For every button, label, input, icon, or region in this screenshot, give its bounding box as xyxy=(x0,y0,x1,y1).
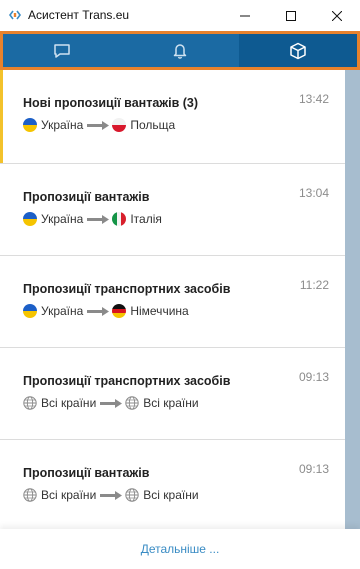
route: Всі країни Всі країни xyxy=(23,488,199,502)
route: Україна Польща xyxy=(23,118,175,132)
notification-time: 11:22 xyxy=(299,278,329,292)
scrollbar[interactable] xyxy=(345,70,360,529)
notification-time: 09:13 xyxy=(298,462,329,476)
notification-time: 13:04 xyxy=(298,186,329,200)
globe-icon xyxy=(125,396,139,410)
notification-title: Пропозиції вантажів xyxy=(23,190,150,204)
chat-icon xyxy=(54,43,70,58)
route-from: Всі країни xyxy=(41,488,97,502)
box-icon xyxy=(290,42,306,59)
notification-title: Нові пропозиції вантажів (3) xyxy=(23,96,199,110)
notification-item[interactable]: Пропозиції вантажів 09:13 Всі країни Всі кр… xyxy=(0,440,345,529)
route-from: Україна xyxy=(41,304,84,318)
notification-item[interactable]: Пропозиції вантажів 13:04 Україна Італія xyxy=(0,164,345,256)
route-to: Італія xyxy=(130,212,162,226)
arrow-right-icon xyxy=(100,490,123,500)
tab-offers[interactable] xyxy=(239,34,357,67)
tab-notifications[interactable] xyxy=(121,34,239,67)
details-link[interactable]: Детальніше ... xyxy=(141,542,220,556)
notification-feed: Нові пропозиції вантажів (3) 13:42 Україна… xyxy=(0,70,345,529)
germany-flag-icon xyxy=(112,304,127,318)
route-from: Україна xyxy=(41,118,84,132)
notification-time: 09:13 xyxy=(298,370,329,384)
arrow-right-icon xyxy=(100,398,123,408)
ukraine-flag-icon xyxy=(23,304,37,318)
arrow-right-icon xyxy=(87,306,110,316)
globe-icon xyxy=(23,396,37,410)
close-icon xyxy=(332,10,342,21)
maximize-icon xyxy=(286,10,296,21)
ukraine-flag-icon xyxy=(23,118,37,132)
route: Всі країни Всі країни xyxy=(23,396,199,410)
route-to: Німеччина xyxy=(130,304,189,318)
route-to: Всі країни xyxy=(143,396,199,410)
tab-bar xyxy=(0,31,360,70)
poland-flag-icon xyxy=(112,118,127,132)
arrow-right-icon xyxy=(87,120,110,130)
route-from: Всі країни xyxy=(41,396,97,410)
close-button[interactable] xyxy=(314,0,360,31)
window-title: Асистент Trans.eu xyxy=(28,8,130,22)
trans-eu-logo xyxy=(9,10,21,20)
notification-item[interactable]: Пропозиції транспортних засобів 09:13 Всі … xyxy=(0,348,345,440)
arrow-right-icon xyxy=(87,214,110,224)
route-to: Польща xyxy=(130,118,176,132)
notification-title: Пропозиції транспортних засобів xyxy=(23,282,231,296)
tab-messages[interactable] xyxy=(3,34,121,67)
route-from: Україна xyxy=(41,212,84,226)
bell-icon xyxy=(173,44,187,59)
ukraine-flag-icon xyxy=(23,212,37,226)
route-to: Всі країни xyxy=(143,488,199,502)
notification-title: Пропозиції вантажів xyxy=(23,466,150,480)
notification-item[interactable]: Пропозиції транспортних засобів 11:22 Укра… xyxy=(0,256,345,348)
route: Україна Німеччина xyxy=(23,304,189,318)
globe-icon xyxy=(23,488,37,502)
route: Україна Італія xyxy=(23,212,162,226)
italy-flag-icon xyxy=(112,212,127,226)
notification-title: Пропозиції транспортних засобів xyxy=(23,374,231,388)
globe-icon xyxy=(125,488,139,502)
notification-item[interactable]: Нові пропозиції вантажів (3) 13:42 Україна… xyxy=(0,70,345,164)
maximize-button[interactable] xyxy=(268,0,314,31)
minimize-icon xyxy=(240,15,250,16)
title-bar: Асистент Trans.eu xyxy=(0,0,360,31)
minimize-button[interactable] xyxy=(222,0,268,31)
footer: Детальніше ... xyxy=(0,529,360,569)
notification-time: 13:42 xyxy=(298,92,329,106)
